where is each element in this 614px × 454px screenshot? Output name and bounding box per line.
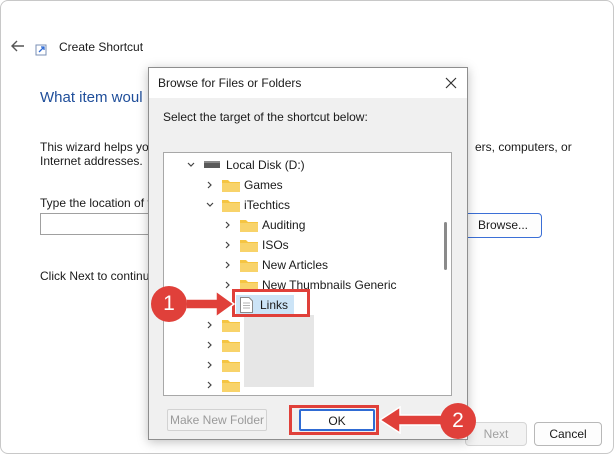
close-icon[interactable] — [441, 73, 461, 93]
chevron-right-icon[interactable] — [223, 240, 233, 250]
chevron-right-icon[interactable] — [223, 220, 233, 230]
description-text-2: Internet addresses. — [40, 154, 143, 168]
tree-item-local-disk[interactable]: Local Disk (D:) — [164, 155, 434, 175]
tree-scrollbar[interactable] — [440, 154, 451, 394]
tree-item-label: iTechtics — [244, 198, 291, 212]
tree-item-isos[interactable]: ISOs — [164, 235, 434, 255]
dialog-instruction: Select the target of the shortcut below: — [163, 110, 368, 124]
chevron-down-icon[interactable] — [205, 200, 215, 210]
drive-icon — [204, 161, 220, 168]
tree-item-itechtics[interactable]: iTechtics — [164, 195, 434, 215]
tree-item-auditing[interactable]: Auditing — [164, 215, 434, 235]
tree-item-label: Local Disk (D:) — [226, 158, 305, 172]
chevron-right-icon[interactable] — [205, 380, 215, 390]
folder-icon — [222, 340, 240, 352]
chevron-right-icon[interactable] — [223, 260, 233, 270]
step-2-badge: 2 — [440, 403, 476, 439]
folder-icon — [222, 320, 240, 332]
folder-icon — [222, 180, 240, 192]
arrow-right-icon — [186, 289, 236, 319]
browse-dialog: Browse for Files or Folders Select the t… — [148, 67, 468, 440]
folder-icon — [240, 260, 258, 272]
step-1-badge: 1 — [151, 286, 187, 322]
description-text: This wizard helps yo — [40, 140, 149, 154]
browse-button[interactable]: Browse... — [464, 213, 542, 238]
ok-highlight-box — [289, 405, 379, 435]
folder-icon — [222, 360, 240, 372]
tree-item-label: Games — [244, 178, 283, 192]
page-heading: What item woul — [40, 89, 143, 106]
make-new-folder-button[interactable]: Make New Folder — [167, 409, 267, 431]
dialog-titlebar: Browse for Files or Folders — [149, 68, 467, 98]
tree-item-label: ISOs — [262, 238, 289, 252]
chevron-right-icon[interactable] — [205, 180, 215, 190]
next-instruction-text: Click Next to continu — [40, 269, 150, 283]
chevron-right-icon[interactable] — [205, 340, 215, 350]
tree-item-label: New Articles — [262, 258, 329, 272]
chevron-down-icon[interactable] — [186, 160, 196, 170]
arrow-left-icon — [378, 406, 444, 434]
scrollbar-thumb[interactable] — [444, 222, 447, 270]
folder-icon — [240, 240, 258, 252]
folder-icon — [222, 200, 240, 212]
chevron-right-icon[interactable] — [205, 360, 215, 370]
chevron-right-icon[interactable] — [205, 320, 215, 330]
shortcut-icon — [35, 44, 47, 56]
links-highlight-box — [232, 289, 310, 317]
back-arrow-icon[interactable] — [9, 37, 27, 55]
tree-item-label: Auditing — [262, 218, 306, 232]
tree-item-games[interactable]: Games — [164, 175, 434, 195]
redacted-area — [244, 315, 314, 387]
folder-tree[interactable]: Local Disk (D:) Games iTechtics Auditing… — [163, 152, 452, 396]
tree-item-new-articles[interactable]: New Articles — [164, 255, 434, 275]
dialog-title: Browse for Files or Folders — [158, 76, 302, 90]
location-input[interactable] — [40, 213, 148, 235]
cancel-button[interactable]: Cancel — [534, 422, 602, 446]
location-label: Type the location of t — [40, 196, 151, 210]
folder-icon — [240, 220, 258, 232]
window-title: Create Shortcut — [59, 40, 144, 54]
description-text-right: ers, computers, or — [475, 140, 572, 154]
folder-icon — [222, 380, 240, 392]
